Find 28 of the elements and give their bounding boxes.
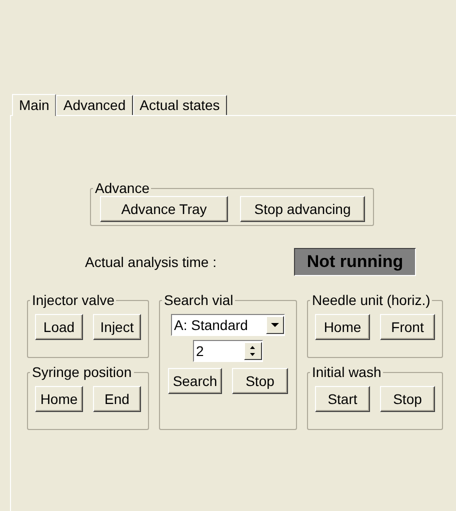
action-button[interactable]: Load — [35, 314, 83, 340]
tab[interactable]: Actual states — [132, 95, 227, 115]
group-title: Injector valve — [31, 292, 116, 308]
tab[interactable]: Advanced — [56, 95, 133, 115]
field-value: 2 — [196, 342, 204, 360]
action-button[interactable]: Inject — [93, 314, 141, 340]
group-title: Initial wash — [311, 364, 382, 380]
action-button[interactable]: Home — [315, 314, 370, 340]
group-title: Syringe position — [31, 364, 133, 380]
action-button[interactable]: Home — [35, 386, 83, 412]
group-title: Needle unit (horiz.) — [311, 292, 432, 308]
dropdown-value: A: Standard — [174, 316, 248, 334]
action-button[interactable]: Stop advancing — [240, 196, 365, 222]
status-display: Not running — [294, 248, 416, 276]
vial-spin-field[interactable]: 2 — [193, 340, 263, 362]
action-button[interactable]: Advance Tray — [100, 196, 228, 222]
action-button[interactable]: Start — [315, 386, 370, 412]
analysis-time-label: Actual analysis time : — [85, 252, 218, 272]
group-title: Search vial — [163, 292, 234, 308]
action-button[interactable]: Search — [168, 368, 222, 394]
spin-arrows-icon[interactable] — [244, 342, 262, 360]
tab[interactable]: Main — [12, 94, 56, 116]
tray-dropdown[interactable]: A: Standard — [171, 314, 285, 336]
action-button[interactable]: Stop — [232, 368, 288, 394]
action-button[interactable]: End — [93, 386, 141, 412]
group-title: Advance — [94, 180, 150, 196]
action-button[interactable]: Front — [380, 314, 435, 340]
action-button[interactable]: Stop — [380, 386, 435, 412]
